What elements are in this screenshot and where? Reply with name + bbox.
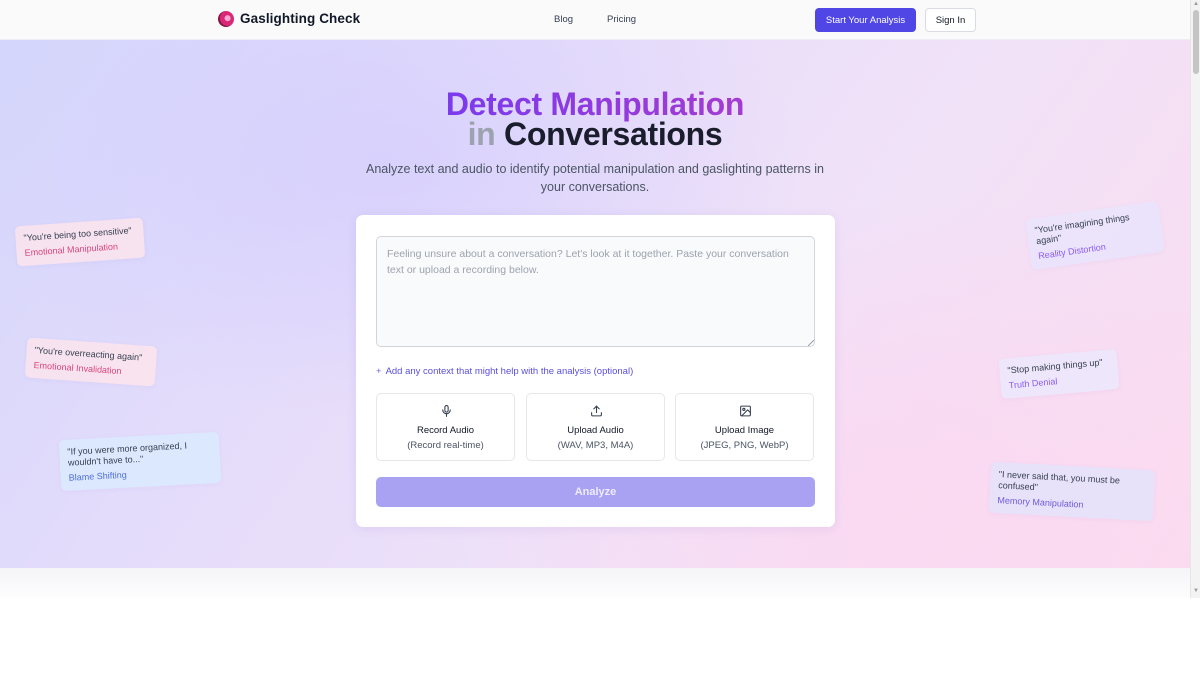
analyze-button[interactable]: Analyze xyxy=(376,477,815,507)
option-label: Record Audio xyxy=(416,425,475,436)
upload-audio-button[interactable]: Upload Audio (WAV, MP3, M4A) xyxy=(526,393,665,461)
hero-subtitle: Analyze text and audio to identify poten… xyxy=(366,162,824,194)
image-icon xyxy=(740,405,751,417)
record-audio-button[interactable]: Record Audio (Record real-time) xyxy=(376,393,515,461)
option-subtitle: (JPEG, PNG, WebP) xyxy=(700,440,789,451)
note-tag: Emotional Invalidation xyxy=(33,360,122,377)
option-label: Upload Audio xyxy=(567,425,624,436)
plus-icon: + xyxy=(376,366,382,377)
page-scrollbar[interactable]: ▲ ▼ xyxy=(1190,0,1200,598)
floating-quote-note: "If you were more organized, I wouldn't … xyxy=(58,431,222,492)
scrollbar-thumb[interactable] xyxy=(1193,10,1199,74)
scroll-up-arrow-icon[interactable]: ▲ xyxy=(1193,1,1199,7)
hero-title-conversations: Conversations xyxy=(504,116,723,152)
note-tag: Memory Manipulation xyxy=(997,495,1084,510)
note-quote: "If you were more organized, I wouldn't … xyxy=(67,440,188,468)
scroll-down-arrow-icon[interactable]: ▼ xyxy=(1193,588,1199,594)
add-context-label: Add any context that might help with the… xyxy=(385,366,634,377)
analysis-card: +Add any context that might help with th… xyxy=(356,215,835,527)
option-label: Upload Image xyxy=(714,425,775,436)
hero-title-line2: in Conversations xyxy=(0,116,1190,153)
nav-link-blog[interactable]: Blog xyxy=(554,14,573,25)
conversation-input[interactable] xyxy=(376,236,815,347)
upload-icon xyxy=(591,405,602,417)
add-context-link[interactable]: + Add any context that might help with th… xyxy=(376,366,633,377)
resize-handle-icon[interactable] xyxy=(808,340,814,346)
microphone-icon xyxy=(442,405,451,417)
below-fold-section xyxy=(0,568,1190,598)
note-quote: "I never said that, you must be confused… xyxy=(997,469,1121,493)
hero-title-in: in xyxy=(467,116,496,152)
top-navigation: Gaslighting Check Blog Pricing Start You… xyxy=(0,0,1190,40)
note-tag: Blame Shifting xyxy=(68,469,127,483)
brand-logo-icon[interactable] xyxy=(218,11,234,27)
note-tag: Emotional Manipulation xyxy=(24,241,119,258)
upload-image-button[interactable]: Upload Image (JPEG, PNG, WebP) xyxy=(675,393,814,461)
nav-link-pricing[interactable]: Pricing xyxy=(607,14,636,25)
start-analysis-button[interactable]: Start Your Analysis xyxy=(815,8,916,32)
brand-name[interactable]: Gaslighting Check xyxy=(240,11,360,26)
option-subtitle: (WAV, MP3, M4A) xyxy=(557,440,634,451)
option-subtitle: (Record real-time) xyxy=(407,440,484,451)
sign-in-button[interactable]: Sign In xyxy=(925,8,976,32)
floating-quote-note: "I never said that, you must be confused… xyxy=(988,461,1156,522)
